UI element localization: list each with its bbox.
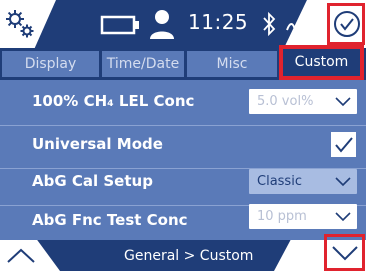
setting-label: 100% CH₄ LEL Conc — [32, 92, 195, 110]
person-icon — [150, 10, 174, 39]
setting-row-abg-fnc-test-conc: AbG Fnc Test Conc 10 ppm — [0, 199, 366, 245]
status-bar: 11:25 — [0, 0, 366, 48]
tab-misc[interactable]: Misc — [187, 51, 277, 77]
tab-time-date[interactable]: Time/Date — [102, 51, 184, 77]
setting-label: Universal Mode — [32, 135, 163, 153]
select-value: 10 ppm — [257, 209, 307, 224]
clock-time: 11:25 — [188, 10, 249, 34]
abg-cal-setup-select[interactable]: Classic — [249, 169, 357, 194]
chevron-down-icon — [335, 212, 351, 222]
gear-icon[interactable] — [4, 8, 36, 40]
tab-display[interactable]: Display — [2, 51, 99, 77]
chevron-down-icon — [332, 246, 358, 261]
chevron-down-icon — [335, 177, 351, 187]
confirm-button[interactable] — [327, 3, 365, 45]
chevron-up-icon — [7, 248, 35, 263]
bluetooth-icon — [263, 11, 276, 37]
check-circle-icon — [334, 11, 360, 37]
lel-conc-select[interactable]: 5.0 vol% — [249, 89, 357, 114]
chevron-down-icon — [335, 97, 351, 107]
bottom-nav: General > Custom — [0, 240, 366, 271]
setting-row-lel-conc: 100% CH₄ LEL Conc 5.0 vol% — [0, 80, 366, 126]
tab-custom[interactable]: Custom — [279, 45, 364, 80]
checkmark-icon — [335, 137, 353, 153]
breadcrumb: General > Custom — [124, 248, 254, 264]
select-value: Classic — [257, 174, 302, 189]
setting-label: AbG Cal Setup — [32, 172, 153, 190]
scroll-down-button[interactable] — [324, 234, 365, 271]
battery-icon — [100, 15, 139, 35]
abg-fnc-test-select[interactable]: 10 ppm — [249, 204, 357, 229]
select-value: 5.0 vol% — [257, 94, 314, 109]
device-screen: 11:25 Display Time/Date Misc Custom 100%… — [0, 0, 366, 271]
setting-label: AbG Fnc Test Conc — [32, 211, 188, 229]
universal-mode-checkbox[interactable] — [331, 132, 356, 157]
scroll-up-button[interactable] — [0, 240, 60, 271]
